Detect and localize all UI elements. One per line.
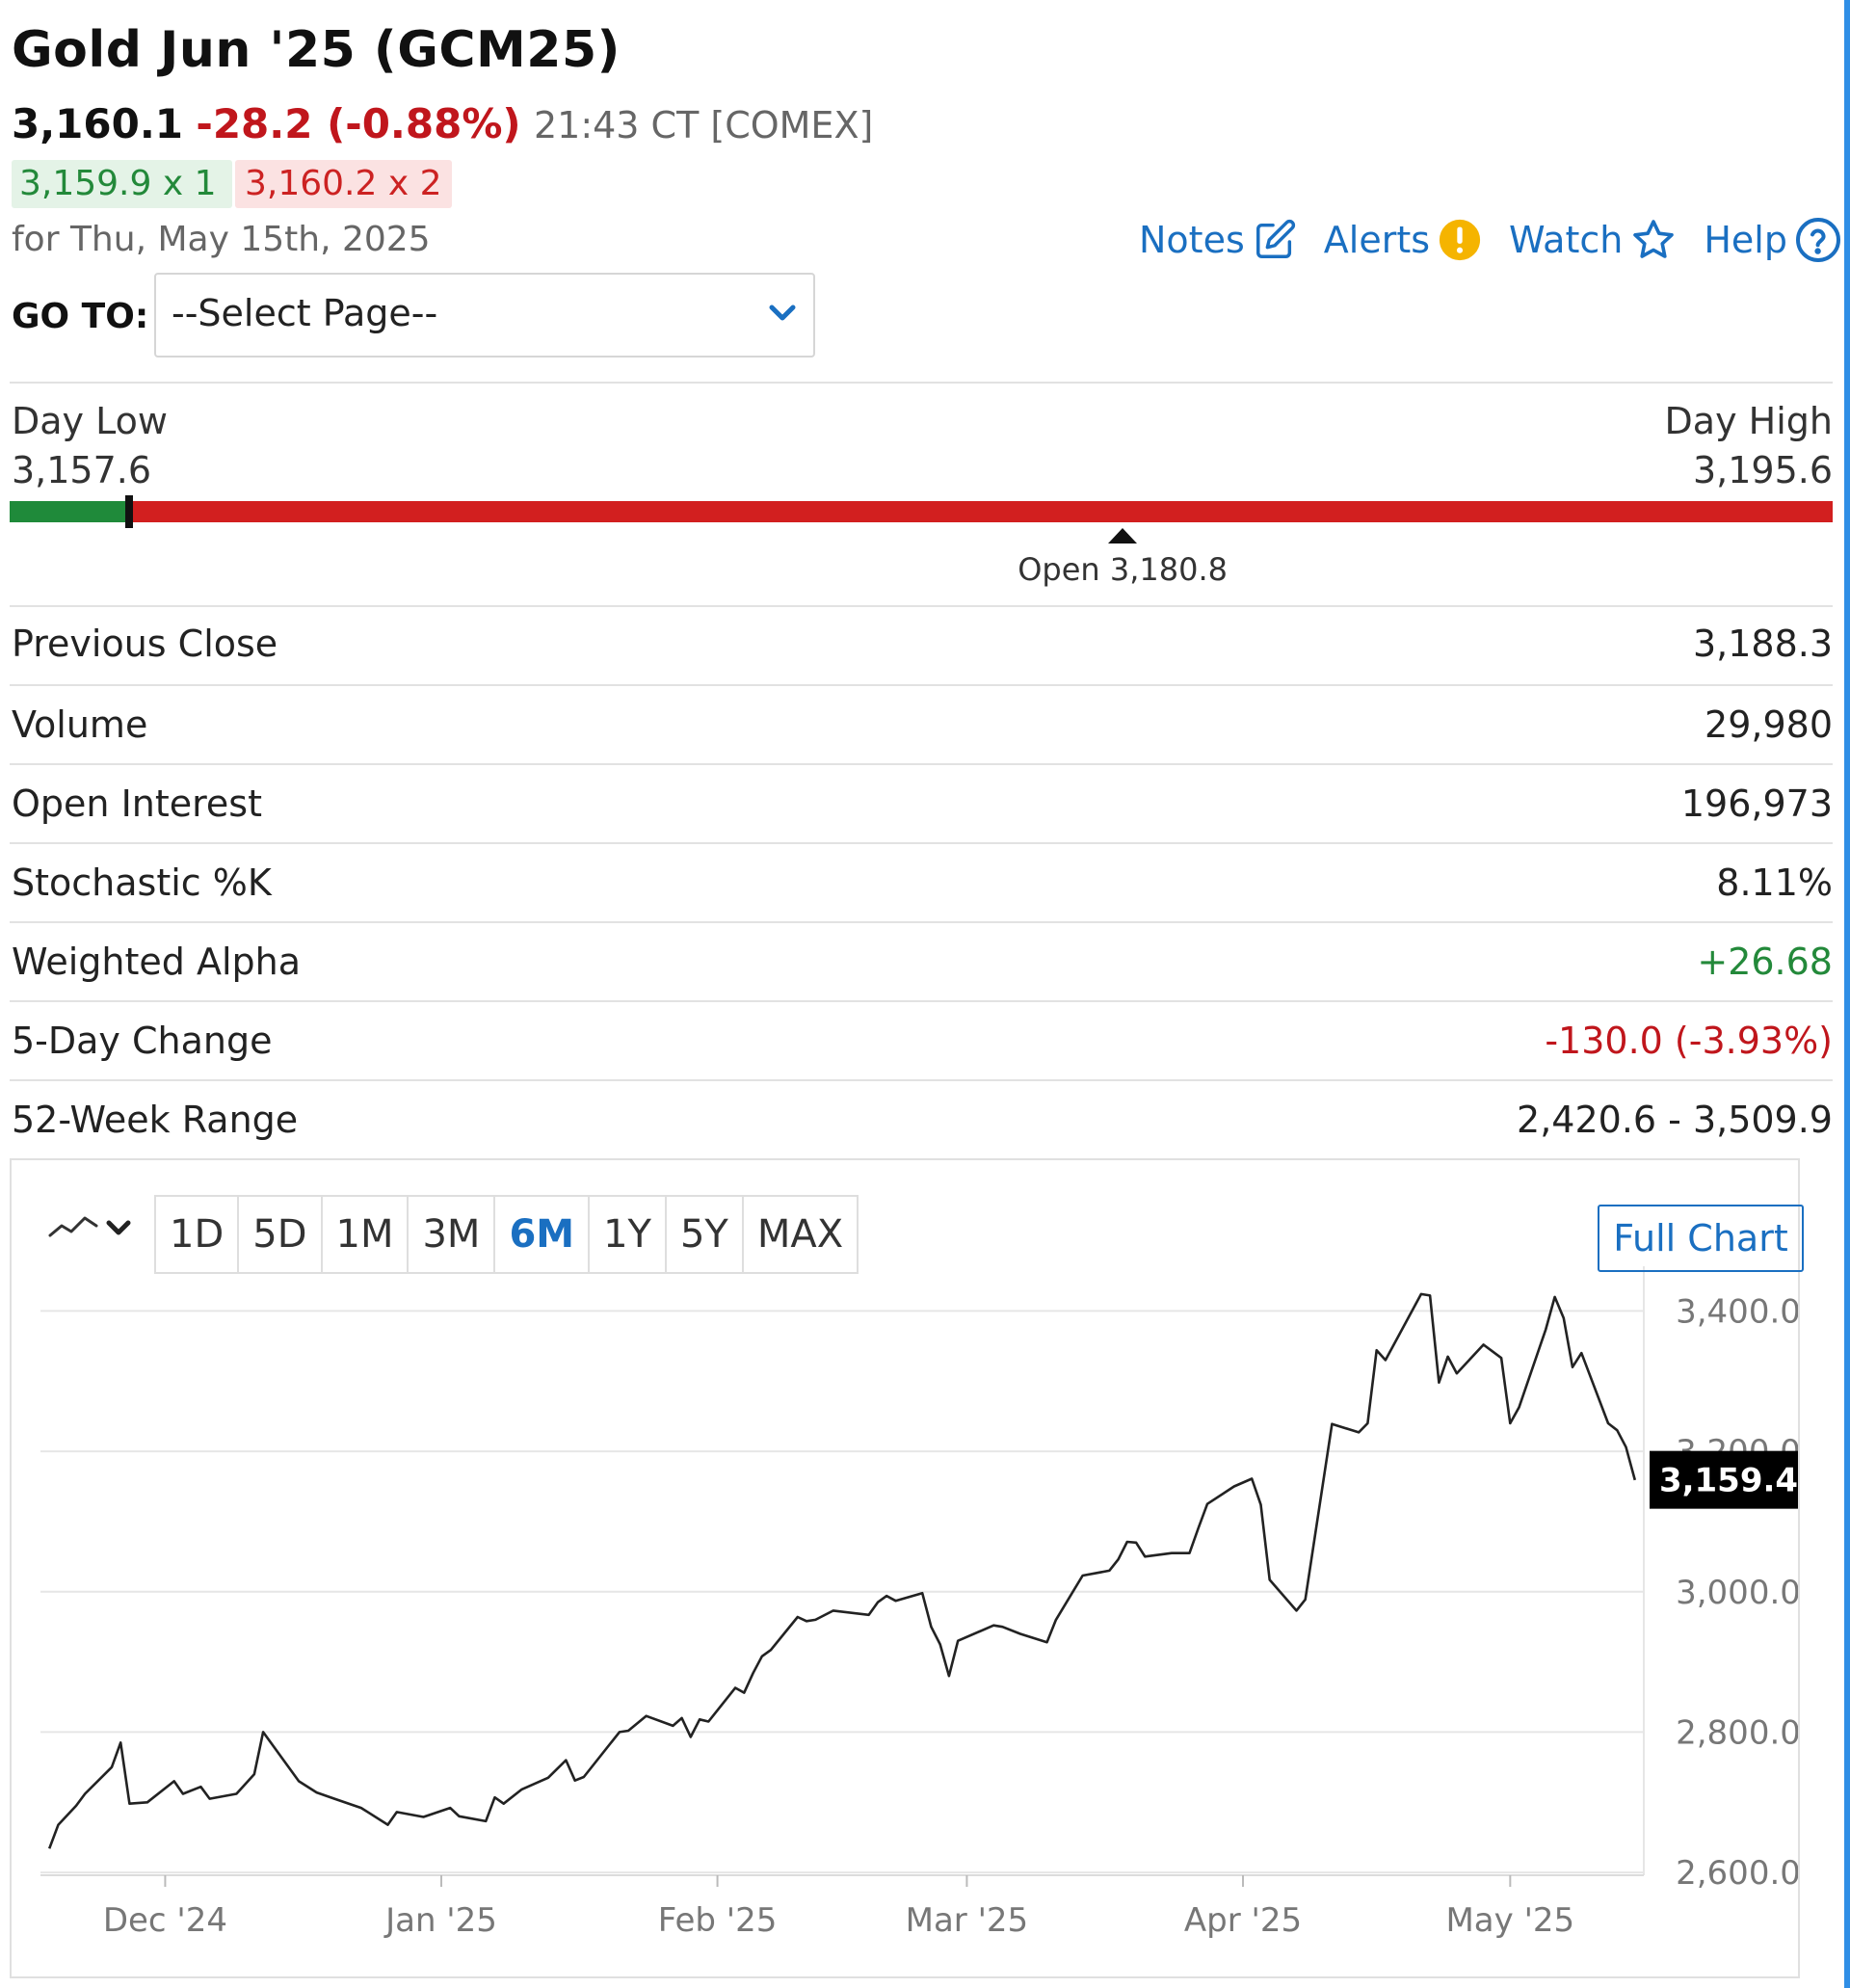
edit-icon [1255, 219, 1295, 258]
price-change: -28.2 (-0.88%) [196, 100, 521, 147]
watch-label: Watch [1509, 219, 1624, 261]
help-icon [1795, 218, 1840, 262]
price-chart[interactable]: 2,600.02,800.03,000.03,200.03,400.0Dec '… [12, 1160, 1798, 1976]
page-select[interactable]: --Select Page-- [154, 273, 815, 358]
day-low-label: Day Low [12, 400, 168, 442]
period-1y[interactable]: 1Y [590, 1197, 667, 1272]
y-tick-label: 2,600.0 [1676, 1854, 1798, 1893]
line-chart-icon [48, 1216, 98, 1237]
day-low-value: 3,157.6 [12, 449, 152, 491]
y-tick-label: 3,400.0 [1676, 1292, 1798, 1331]
alerts-label: Alerts [1323, 219, 1431, 261]
chevron-down-icon [106, 1220, 131, 1235]
alert-icon [1439, 219, 1481, 261]
bid-badge: 3,159.9 x 1 [12, 160, 232, 208]
period-5y[interactable]: 5Y [667, 1197, 744, 1272]
stat-label: Volume [12, 703, 148, 746]
current-price-marker [125, 495, 134, 528]
stat-label: Open Interest [12, 782, 263, 825]
page-select-value: --Select Page-- [172, 292, 438, 334]
open-price-marker [1108, 528, 1138, 543]
stat-label: Weighted Alpha [12, 941, 302, 983]
x-tick-label: May '25 [1445, 1901, 1574, 1940]
ask-badge: 3,160.2 x 2 [235, 160, 452, 208]
action-links: Notes Alerts Watch Help [1139, 214, 1841, 266]
notes-label: Notes [1139, 219, 1245, 261]
last-price: 3,160.1 [12, 100, 184, 147]
chevron-down-icon [769, 305, 796, 321]
x-tick-label: Dec '24 [103, 1901, 227, 1940]
page-scrollbar-edge [1844, 0, 1850, 1988]
quote-time: 21:43 CT [COMEX] [533, 104, 874, 146]
help-link[interactable]: Help [1704, 217, 1841, 263]
stat-label: Stochastic %K [12, 861, 272, 904]
period-1m[interactable]: 1M [323, 1197, 410, 1272]
period-1d[interactable]: 1D [156, 1197, 240, 1272]
y-tick-label: 3,000.0 [1676, 1574, 1798, 1612]
day-high-label: Day High [1664, 400, 1833, 442]
stat-row: Previous Close 3,188.3 [10, 605, 1833, 684]
stat-value: 3,188.3 [1692, 623, 1833, 665]
x-tick-label: Feb '25 [658, 1901, 778, 1940]
help-label: Help [1704, 219, 1787, 261]
stat-row: Open Interest 196,973 [10, 763, 1833, 842]
divider [10, 382, 1833, 384]
stat-row: 52-Week Range 2,420.6 - 3,509.9 [10, 1079, 1833, 1158]
stat-label: 5-Day Change [12, 1020, 273, 1062]
stat-label: Previous Close [12, 623, 278, 665]
period-max[interactable]: MAX [744, 1197, 857, 1272]
stat-value: 8.11% [1716, 861, 1833, 904]
day-high-value: 3,195.6 [1692, 449, 1833, 491]
goto-label: GO TO: [12, 297, 149, 336]
notes-link[interactable]: Notes [1139, 218, 1297, 262]
x-tick-label: Jan '25 [383, 1901, 497, 1940]
stat-row: Stochastic %K 8.11% [10, 842, 1833, 921]
period-3m[interactable]: 3M [409, 1197, 496, 1272]
star-icon [1633, 220, 1675, 258]
watch-link[interactable]: Watch [1509, 217, 1677, 263]
stat-value: +26.68 [1697, 941, 1833, 983]
period-6m[interactable]: 6M [495, 1197, 591, 1272]
period-5d[interactable]: 5D [239, 1197, 323, 1272]
stat-label: 52-Week Range [12, 1099, 299, 1141]
stat-value: 29,980 [1705, 703, 1833, 746]
x-tick-label: Mar '25 [906, 1901, 1029, 1940]
y-tick-label: 2,800.0 [1676, 1713, 1798, 1752]
price-chart-panel: 2,600.02,800.03,000.03,200.03,400.0Dec '… [10, 1158, 1804, 1978]
quote-line: 3,160.1 -28.2 (-0.88%) 21:43 CT [COMEX] [12, 100, 873, 147]
page-title: Gold Jun '25 (GCM25) [12, 21, 621, 79]
day-range-bar [10, 495, 1833, 528]
period-selector: 1D 5D 1M 3M 6M 1Y 5Y MAX [154, 1195, 859, 1274]
stat-row: 5-Day Change -130.0 (-3.93%) [10, 1000, 1833, 1079]
stat-row: Volume 29,980 [10, 684, 1833, 763]
x-tick-label: Apr '25 [1184, 1901, 1302, 1940]
open-price-label: Open 3,180.8 [1018, 551, 1228, 588]
day-range-fill [10, 501, 130, 522]
quote-date: for Thu, May 15th, 2025 [12, 220, 431, 259]
stat-value: 2,420.6 - 3,509.9 [1517, 1099, 1833, 1141]
last-price-label: 3,159.4 [1659, 1462, 1798, 1500]
alerts-link[interactable]: Alerts [1324, 218, 1482, 262]
stat-row: Weighted Alpha +26.68 [10, 921, 1833, 1000]
chart-type-menu[interactable] [48, 1212, 133, 1243]
price-series-line [47, 1292, 1637, 1849]
full-chart-button[interactable]: Full Chart [1598, 1205, 1804, 1272]
stat-value: -130.0 (-3.93%) [1545, 1020, 1833, 1062]
stat-value: 196,973 [1680, 782, 1833, 825]
